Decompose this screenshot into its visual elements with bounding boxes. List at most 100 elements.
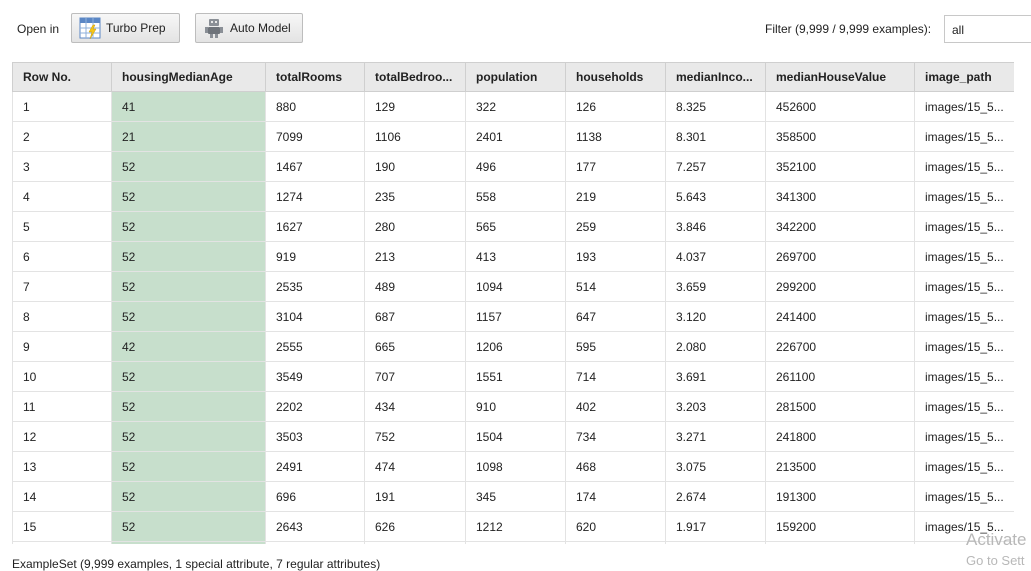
table-cell[interactable]: [111, 541, 266, 544]
table-cell[interactable]: 52: [111, 211, 266, 242]
table-row[interactable]: 14 52 696 191 345 174 2.674 191300 images/15_5..…: [12, 481, 1014, 512]
table-cell[interactable]: images/15_5...: [914, 301, 1014, 332]
table-cell[interactable]: 3.075: [665, 451, 766, 482]
table-cell[interactable]: 11: [12, 391, 112, 422]
table-cell[interactable]: [565, 541, 666, 544]
table-cell[interactable]: 52: [111, 181, 266, 212]
column-header-total-rooms[interactable]: totalRooms: [265, 62, 365, 92]
table-cell[interactable]: 352100: [765, 151, 915, 182]
table-row[interactable]: 4 52 1274 235 558 219 5.643 341300 images/15_5..…: [12, 181, 1014, 212]
table-cell[interactable]: 1098: [465, 451, 566, 482]
table-row[interactable]: 7 52 2535 489 1094 514 3.659 299200 images/15_5.…: [12, 271, 1014, 302]
table-cell[interactable]: 2202: [265, 391, 365, 422]
table-cell[interactable]: 3.120: [665, 301, 766, 332]
table-cell[interactable]: 190: [364, 151, 466, 182]
table-cell[interactable]: [265, 541, 365, 544]
table-cell[interactable]: 2555: [265, 331, 365, 362]
table-cell[interactable]: 3.203: [665, 391, 766, 422]
table-cell[interactable]: 7.257: [665, 151, 766, 182]
table-cell[interactable]: 2: [12, 121, 112, 152]
table-cell[interactable]: 3.846: [665, 211, 766, 242]
table-cell[interactable]: 52: [111, 271, 266, 302]
table-cell[interactable]: 3549: [265, 361, 365, 392]
column-header-households[interactable]: households: [565, 62, 666, 92]
table-cell[interactable]: 191: [364, 481, 466, 512]
table-cell[interactable]: images/15_5...: [914, 91, 1014, 122]
table-cell[interactable]: 191300: [765, 481, 915, 512]
table-cell[interactable]: 1094: [465, 271, 566, 302]
table-cell[interactable]: 177: [565, 151, 666, 182]
table-cell[interactable]: 159200: [765, 511, 915, 542]
table-row[interactable]: 11 52 2202 434 910 402 3.203 281500 images/15_5.…: [12, 391, 1014, 422]
table-cell[interactable]: 241800: [765, 421, 915, 452]
table-cell[interactable]: 620: [565, 511, 666, 542]
table-cell[interactable]: 5.643: [665, 181, 766, 212]
table-cell[interactable]: 322: [465, 91, 566, 122]
table-cell[interactable]: images/15_5...: [914, 361, 1014, 392]
table-cell[interactable]: 665: [364, 331, 466, 362]
table-cell[interactable]: 402: [565, 391, 666, 422]
table-cell[interactable]: 2.080: [665, 331, 766, 362]
table-row[interactable]: 15 52 2643 626 1212 620 1.917 159200 images/15_5…: [12, 511, 1014, 542]
table-cell[interactable]: 52: [111, 421, 266, 452]
table-cell[interactable]: images/15_5...: [914, 421, 1014, 452]
table-row[interactable]: 5 52 1627 280 565 259 3.846 342200 images/15_5..…: [12, 211, 1014, 242]
table-cell[interactable]: 1: [12, 91, 112, 122]
table-cell[interactable]: 219: [565, 181, 666, 212]
table-cell[interactable]: 3.691: [665, 361, 766, 392]
table-cell[interactable]: 489: [364, 271, 466, 302]
table-cell[interactable]: 714: [565, 361, 666, 392]
table-cell[interactable]: 1106: [364, 121, 466, 152]
table-cell[interactable]: 281500: [765, 391, 915, 422]
table-cell[interactable]: images/15_5...: [914, 211, 1014, 242]
table-cell[interactable]: 41: [111, 91, 266, 122]
table-cell[interactable]: images/15_5...: [914, 181, 1014, 212]
table-cell[interactable]: 241400: [765, 301, 915, 332]
table-cell[interactable]: 4.037: [665, 241, 766, 272]
table-cell[interactable]: [665, 541, 766, 544]
table-cell[interactable]: 514: [565, 271, 666, 302]
table-cell[interactable]: images/15_5...: [914, 241, 1014, 272]
table-cell[interactable]: 8.301: [665, 121, 766, 152]
auto-model-button[interactable]: Auto Model: [195, 13, 303, 43]
table-cell[interactable]: 213: [364, 241, 466, 272]
table-cell[interactable]: 259: [565, 211, 666, 242]
table-cell[interactable]: images/15_5...: [914, 391, 1014, 422]
table-cell[interactable]: 5: [12, 211, 112, 242]
table-cell[interactable]: 919: [265, 241, 365, 272]
table-cell[interactable]: 52: [111, 301, 266, 332]
table-cell[interactable]: 474: [364, 451, 466, 482]
table-cell[interactable]: [364, 541, 466, 544]
table-cell[interactable]: 1627: [265, 211, 365, 242]
column-header-row-no[interactable]: Row No.: [12, 62, 112, 92]
table-cell[interactable]: images/15_5...: [914, 151, 1014, 182]
table-cell[interactable]: 9: [12, 331, 112, 362]
column-header-median-house-value[interactable]: medianHouseValue: [765, 62, 915, 92]
table-cell[interactable]: 358500: [765, 121, 915, 152]
table-cell[interactable]: 52: [111, 241, 266, 272]
table-cell[interactable]: 752: [364, 421, 466, 452]
table-cell[interactable]: [765, 541, 915, 544]
table-cell[interactable]: 2491: [265, 451, 365, 482]
table-cell[interactable]: 2643: [265, 511, 365, 542]
table-cell[interactable]: 696: [265, 481, 365, 512]
table-cell[interactable]: 12: [12, 421, 112, 452]
table-cell[interactable]: 496: [465, 151, 566, 182]
table-cell[interactable]: 2401: [465, 121, 566, 152]
table-cell[interactable]: 21: [111, 121, 266, 152]
table-cell[interactable]: 235: [364, 181, 466, 212]
table-cell[interactable]: 52: [111, 511, 266, 542]
table-cell[interactable]: 910: [465, 391, 566, 422]
table-cell[interactable]: 434: [364, 391, 466, 422]
table-cell[interactable]: images/15_5...: [914, 121, 1014, 152]
table-cell[interactable]: 558: [465, 181, 566, 212]
table-cell[interactable]: [12, 541, 112, 544]
table-cell[interactable]: 468: [565, 451, 666, 482]
table-cell[interactable]: 734: [565, 421, 666, 452]
table-cell[interactable]: 1.917: [665, 511, 766, 542]
table-cell[interactable]: 15: [12, 511, 112, 542]
table-row[interactable]: 13 52 2491 474 1098 468 3.075 213500 images/15_5…: [12, 451, 1014, 482]
table-cell[interactable]: images/15_5...: [914, 271, 1014, 302]
table-cell[interactable]: 2.674: [665, 481, 766, 512]
table-cell[interactable]: 3.659: [665, 271, 766, 302]
